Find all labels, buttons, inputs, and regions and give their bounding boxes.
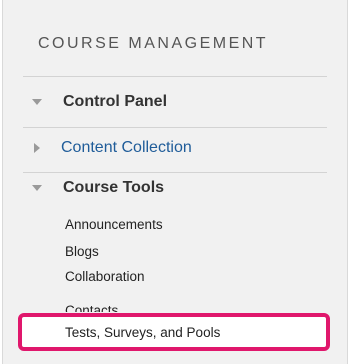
- triangle-right-icon[interactable]: [34, 143, 40, 153]
- menu-item-tests-surveys-pools[interactable]: Tests, Surveys, and Pools: [65, 325, 220, 340]
- highlighted-menu-item[interactable]: Tests, Surveys, and Pools: [18, 313, 330, 351]
- triangle-down-icon[interactable]: [32, 99, 42, 105]
- section-label-control-panel[interactable]: Control Panel: [63, 93, 167, 111]
- triangle-down-icon[interactable]: [32, 185, 42, 191]
- section-label-course-tools[interactable]: Course Tools: [63, 179, 164, 197]
- menu-item-collaboration[interactable]: Collaboration: [65, 269, 145, 284]
- panel-header: COURSE MANAGEMENT: [38, 35, 269, 52]
- menu-item-announcements[interactable]: Announcements: [65, 217, 163, 232]
- menu-item-blogs[interactable]: Blogs: [65, 244, 99, 259]
- menu-item-contacts[interactable]: Contacts: [65, 303, 118, 312]
- section-course-tools[interactable]: Course Tools: [31, 176, 164, 200]
- course-management-panel: COURSE MANAGEMENT Control Panel Content …: [2, 0, 348, 364]
- divider: [23, 127, 327, 128]
- section-control-panel[interactable]: Control Panel: [31, 90, 167, 114]
- divider: [23, 172, 327, 173]
- section-label-content-collection[interactable]: Content Collection: [61, 139, 192, 157]
- divider: [23, 76, 327, 77]
- section-content-collection[interactable]: Content Collection: [31, 136, 192, 160]
